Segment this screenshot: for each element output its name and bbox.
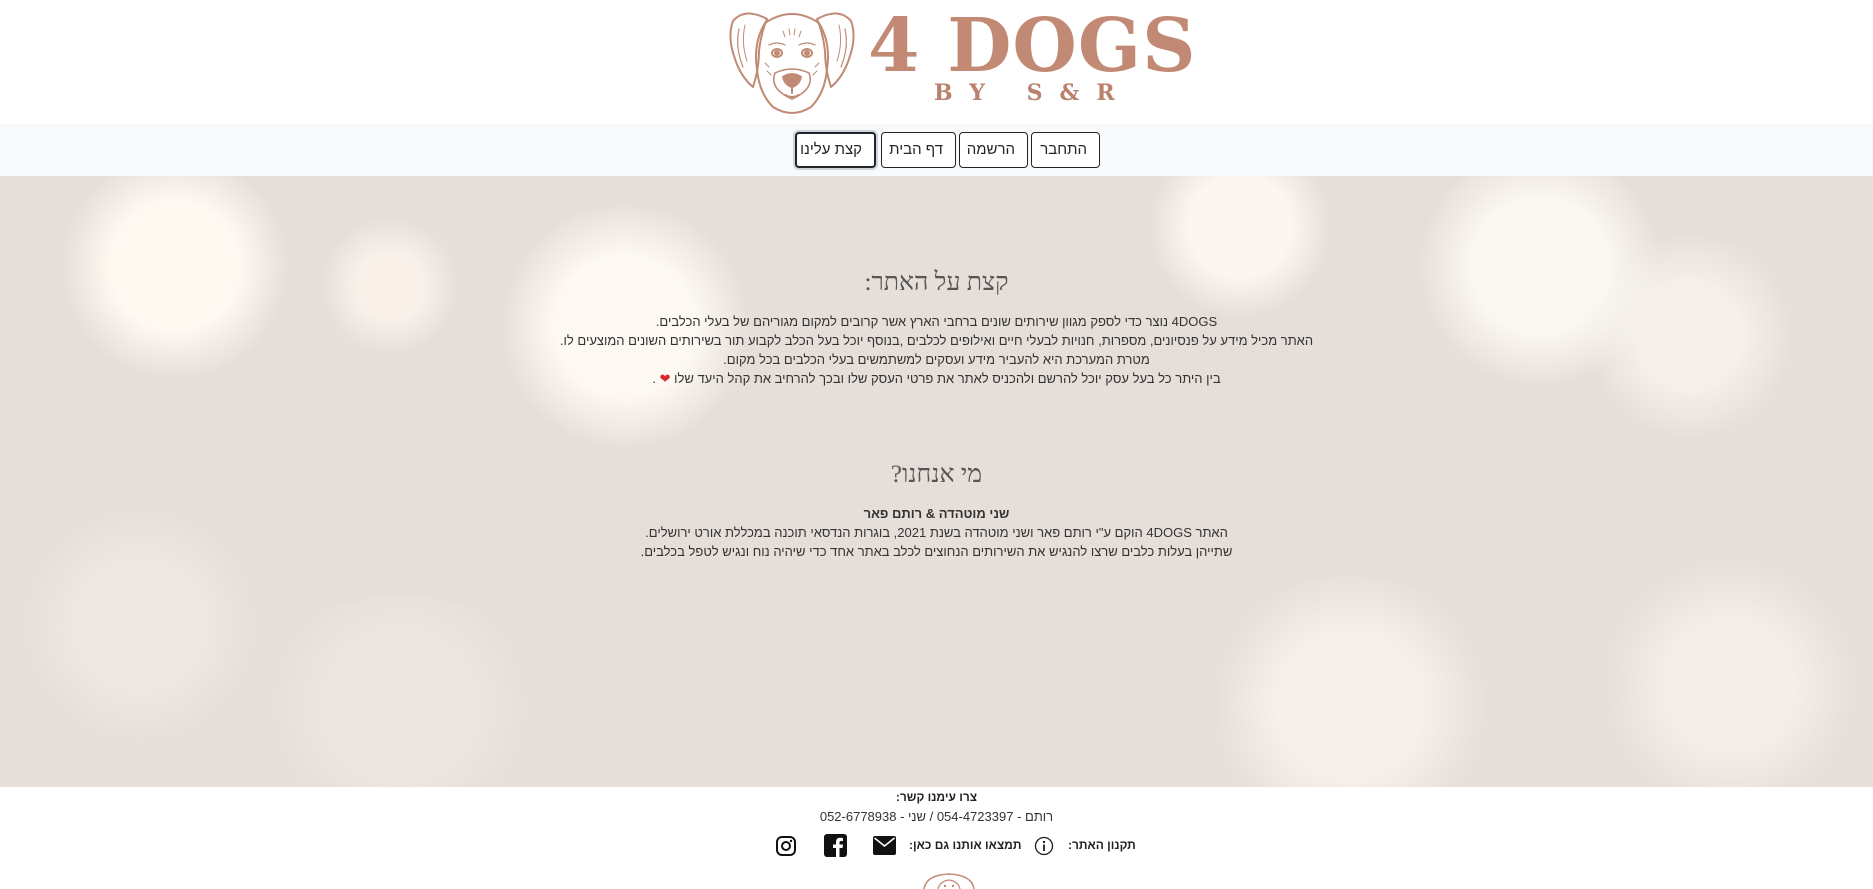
nav-home-button[interactable]: דף הבית xyxy=(881,132,956,168)
logo-subtitle: BY S&R xyxy=(934,80,1132,106)
site-header: 4 DOGS BY S&R xyxy=(0,0,1873,124)
who-text: שני מוטהדה & רותם פאר האתר 4DOGS הוקם ע"… xyxy=(0,504,1873,561)
terms-label: תקנון האתר: xyxy=(1068,838,1136,852)
footer-logo-icon xyxy=(923,873,975,889)
about-text: 4DOGS נוצר כדי לספק מגוון שירותים שונים … xyxy=(0,312,1873,388)
facebook-icon[interactable] xyxy=(824,834,847,861)
contact-phones: רותם - 054-4723397 / שני - 052-6778938 xyxy=(819,809,1054,824)
nav-register-button[interactable]: הרשמה xyxy=(959,132,1028,168)
about-line-4-end: . xyxy=(652,371,656,386)
site-footer: צרו עימנו קשר: רותם - 054-4723397 / שני … xyxy=(0,787,1873,889)
instagram-icon[interactable] xyxy=(776,836,796,860)
dog-logo-icon xyxy=(729,12,855,114)
nav-about-button[interactable]: קצת עלינו xyxy=(795,132,876,168)
founders-names: שני מוטהדה & רותם פאר xyxy=(863,506,1010,521)
about-line-2: האתר מכיל מידע על פנסיונים, מספרות, חנוי… xyxy=(559,333,1314,348)
nav-login-button[interactable]: התחבר xyxy=(1031,132,1100,168)
about-line-4-text: בין היתר כל בעל עסק יוכל להרשם ולהכניס ל… xyxy=(674,371,1221,386)
logo-title: 4 DOGS xyxy=(868,3,1197,89)
about-section: קצת על האתר: 4DOGS נוצר כדי לספק מגוון ש… xyxy=(0,176,1873,787)
who-line-1: האתר 4DOGS הוקם ע"י רותם פאר ושני מוטהדה… xyxy=(645,525,1228,540)
mail-icon[interactable] xyxy=(873,836,896,859)
about-line-3: מטרת המערכת היא להעביר מידע ועסקים למשתמ… xyxy=(723,352,1150,367)
heart-icon: ❤ xyxy=(659,371,671,386)
about-line-1: 4DOGS נוצר כדי לספק מגוון שירותים שונים … xyxy=(655,314,1218,329)
main-navbar: התחבר הרשמה דף הבית קצת עלינו xyxy=(0,124,1873,176)
about-line-4: בין היתר כל בעל עסק יוכל להרשם ולהכניס ל… xyxy=(0,369,1873,388)
contact-title: צרו עימנו קשר: xyxy=(895,790,978,804)
social-label: תמצאו אותנו גם כאן: xyxy=(909,838,1022,852)
who-title: מי אנחנו? xyxy=(890,461,983,488)
about-title: קצת על האתר: xyxy=(864,269,1009,296)
who-line-2: שתייהן בעלות כלבים שרצו להנגיש את השירות… xyxy=(640,544,1233,559)
info-icon[interactable] xyxy=(1034,836,1054,860)
